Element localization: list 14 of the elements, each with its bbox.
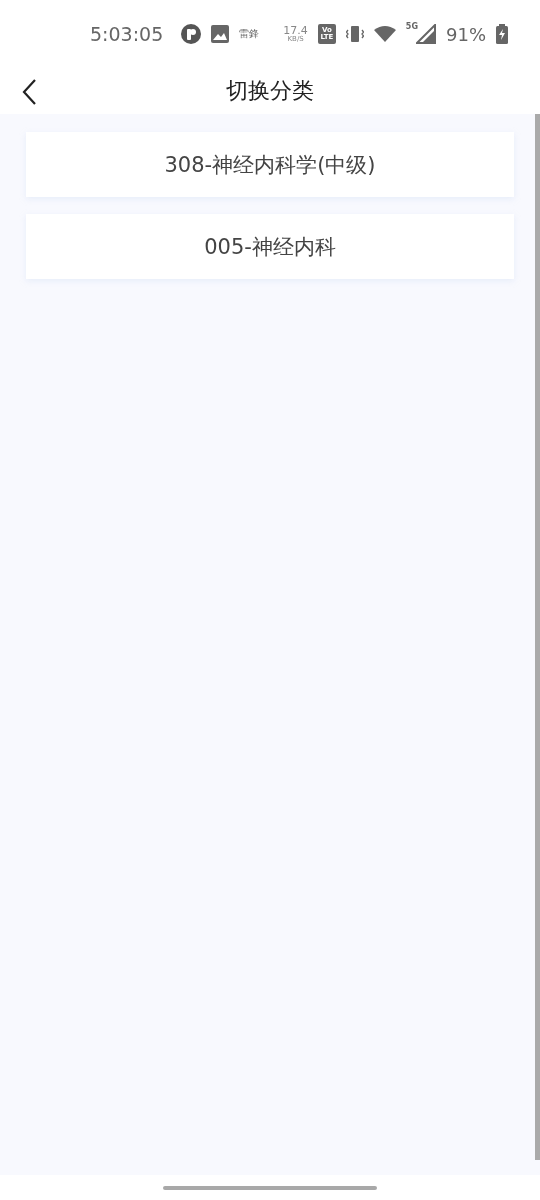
category-item[interactable]: 005-神经内科 bbox=[26, 214, 514, 279]
signal-icon bbox=[416, 24, 436, 44]
wifi-icon bbox=[373, 25, 396, 43]
notification-text: 雷鋒 bbox=[239, 27, 260, 41]
battery-level: 91% bbox=[446, 23, 486, 45]
app-icon bbox=[181, 24, 202, 44]
status-time: 5:03:05 bbox=[90, 23, 164, 45]
battery-icon bbox=[496, 24, 508, 44]
category-item[interactable]: 308-神经内科学(中级) bbox=[26, 132, 514, 197]
page-title: 切换分类 bbox=[226, 77, 314, 105]
image-icon bbox=[211, 25, 230, 43]
network-type: 5G bbox=[405, 22, 418, 31]
back-icon bbox=[22, 79, 38, 105]
vibrate-icon bbox=[345, 24, 364, 44]
